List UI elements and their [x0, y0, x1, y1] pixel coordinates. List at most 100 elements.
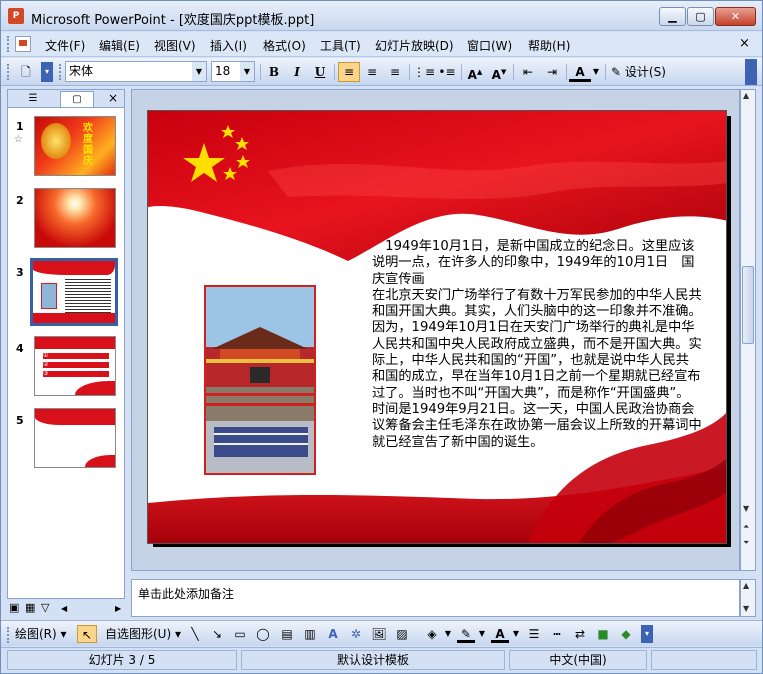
animation-star-icon[interactable]: ☆: [14, 134, 23, 145]
new-document-icon[interactable]: 🗋: [15, 62, 37, 82]
decrease-font-icon[interactable]: A▼: [488, 62, 510, 82]
arrow-style-icon[interactable]: ⇄: [571, 625, 589, 643]
textbox-icon[interactable]: ▤: [278, 625, 296, 643]
menu-window[interactable]: 窗口(W): [467, 37, 512, 54]
tab-slides-icon[interactable]: ▢: [60, 91, 94, 107]
chevron-down-icon[interactable]: ▼: [511, 625, 521, 643]
powerpoint-app-icon[interactable]: P: [8, 8, 24, 24]
menu-file[interactable]: 文件(F): [45, 37, 85, 54]
menu-tools[interactable]: 工具(T): [320, 37, 361, 54]
tab-outline-icon[interactable]: ☰: [16, 91, 50, 107]
align-center-button[interactable]: ≡: [361, 62, 383, 82]
design-template-status[interactable]: 默认设计模板: [241, 650, 505, 670]
diagram-icon[interactable]: ✲: [347, 625, 365, 643]
document-icon[interactable]: [15, 36, 31, 52]
close-document-button[interactable]: ×: [739, 36, 750, 51]
line-style-icon[interactable]: ☰: [525, 625, 543, 643]
menu-format[interactable]: 格式(O): [263, 37, 306, 54]
title-bar[interactable]: P Microsoft PowerPoint - [欢度国庆ppt模板.ppt]…: [1, 1, 762, 31]
rectangle-icon[interactable]: ▭: [231, 625, 249, 643]
design-icon: ✎: [611, 65, 622, 79]
draw-menu-button[interactable]: 绘图(R) ▾: [15, 625, 67, 643]
picture-icon[interactable]: ▨: [393, 625, 411, 643]
align-right-button[interactable]: ≡: [384, 62, 406, 82]
close-window-button[interactable]: ✕: [715, 7, 756, 26]
toolbar-grip-handle[interactable]: [7, 627, 10, 643]
oval-icon[interactable]: ◯: [254, 625, 272, 643]
scroll-down-icon[interactable]: ▼: [743, 504, 749, 513]
chevron-down-icon[interactable]: ▼: [240, 62, 254, 81]
slide-thumbnail-4[interactable]: ① ② ③: [34, 336, 116, 396]
slide-paragraph: 在北京天安门广场举行了有数十万军民参加的中华人民共和国开国大典。其实，人们头脑中…: [372, 287, 702, 450]
font-size-combo[interactable]: 18 ▼: [211, 61, 255, 82]
line-color-icon[interactable]: ✎: [457, 625, 475, 643]
scroll-down-icon[interactable]: ▼: [743, 604, 749, 613]
slide-text-box[interactable]: 1949年10月1日，是新中国成立的纪念日。这里应该说明一点，在许多人的印象中，…: [372, 239, 702, 451]
toolbar-options-icon[interactable]: ▾: [641, 625, 653, 643]
next-slide-icon[interactable]: ⏷: [743, 538, 749, 548]
arrow-icon[interactable]: ↘: [208, 625, 226, 643]
slide-vertical-scrollbar[interactable]: ▲ ▼ ⏶ ⏷: [740, 89, 756, 571]
font-name-combo[interactable]: 宋体 ▼: [65, 61, 207, 82]
increase-font-icon[interactable]: A▲: [464, 62, 486, 82]
maximize-button[interactable]: ▢: [687, 7, 714, 26]
previous-slide-icon[interactable]: ⏶: [743, 522, 749, 532]
slide-thumbnail-3[interactable]: [30, 258, 118, 326]
menu-grip-handle[interactable]: [7, 36, 11, 52]
close-pane-button[interactable]: ×: [108, 91, 118, 105]
slideshow-icon[interactable]: ▽: [41, 601, 49, 614]
shadow-style-icon[interactable]: ■: [594, 625, 612, 643]
menu-slideshow[interactable]: 幻灯片放映(D): [375, 37, 454, 54]
scroll-up-icon[interactable]: ▲: [743, 91, 749, 100]
slide-thumbnail-1[interactable]: 欢度国庆: [34, 116, 116, 176]
bold-button[interactable]: B: [263, 62, 285, 82]
scroll-right-icon[interactable]: ▶: [115, 604, 121, 613]
autoshapes-menu-button[interactable]: 自选图形(U) ▾: [105, 625, 181, 643]
notes-scrollbar[interactable]: ▲ ▼: [740, 579, 756, 617]
3d-style-icon[interactable]: ◆: [617, 625, 635, 643]
toolbar-options-icon[interactable]: ▾: [41, 62, 53, 82]
underline-button[interactable]: U: [309, 62, 331, 82]
bullets-icon[interactable]: •≡: [436, 62, 458, 82]
slide-editing-area: 1949年10月1日，是新中国成立的纪念日。这里应该说明一点，在许多人的印象中，…: [131, 89, 740, 571]
slide-thumbnail-5[interactable]: [34, 408, 116, 468]
line-icon[interactable]: ╲: [186, 625, 204, 643]
align-left-button[interactable]: ≡: [338, 62, 360, 82]
menu-edit[interactable]: 编辑(E): [99, 37, 140, 54]
chevron-down-icon[interactable]: ▼: [192, 62, 206, 81]
normal-view-icon[interactable]: ▣: [9, 601, 19, 614]
tiananmen-photo[interactable]: [204, 285, 316, 475]
fill-color-icon[interactable]: ◈: [423, 625, 441, 643]
thumb-bottom-band: [33, 313, 115, 323]
scrollbar-thumb[interactable]: [742, 266, 754, 344]
font-color-icon[interactable]: A: [569, 62, 591, 82]
decrease-indent-icon[interactable]: ⇤: [517, 62, 539, 82]
scroll-left-icon[interactable]: ◀: [61, 604, 67, 613]
chevron-down-icon[interactable]: ▼: [443, 625, 453, 643]
toolbar-grip-handle[interactable]: [59, 64, 62, 80]
vertical-textbox-icon[interactable]: ▥: [301, 625, 319, 643]
slide-sorter-icon[interactable]: ▦: [25, 601, 35, 614]
notes-pane[interactable]: 单击此处添加备注: [131, 579, 740, 617]
toolbar-grip-handle[interactable]: [7, 64, 10, 80]
menu-insert[interactable]: 插入(I): [210, 37, 247, 54]
slide-canvas[interactable]: 1949年10月1日，是新中国成立的纪念日。这里应该说明一点，在许多人的印象中，…: [147, 110, 727, 544]
select-pointer-icon[interactable]: ↖: [77, 625, 97, 643]
menu-view[interactable]: 视图(V): [154, 37, 196, 54]
menu-help[interactable]: 帮助(H): [528, 37, 570, 54]
font-color-icon[interactable]: A: [491, 625, 509, 643]
scroll-up-icon[interactable]: ▲: [743, 581, 749, 590]
wordart-icon[interactable]: A: [324, 625, 342, 643]
slide-thumbnail-2[interactable]: [34, 188, 116, 248]
chevron-down-icon[interactable]: ▼: [591, 62, 601, 82]
italic-button[interactable]: I: [286, 62, 308, 82]
numbering-icon[interactable]: ⋮≡: [413, 62, 435, 82]
dash-style-icon[interactable]: ┅: [548, 625, 566, 643]
minimize-button[interactable]: ▁: [659, 7, 686, 26]
toolbar-separator: [334, 64, 335, 80]
chevron-down-icon[interactable]: ▼: [477, 625, 487, 643]
toolbar-options-icon[interactable]: [745, 59, 757, 85]
increase-indent-icon[interactable]: ⇥: [541, 62, 563, 82]
design-button[interactable]: ✎ 设计(S): [611, 62, 666, 82]
clipart-icon[interactable]: 🖼: [370, 625, 388, 643]
